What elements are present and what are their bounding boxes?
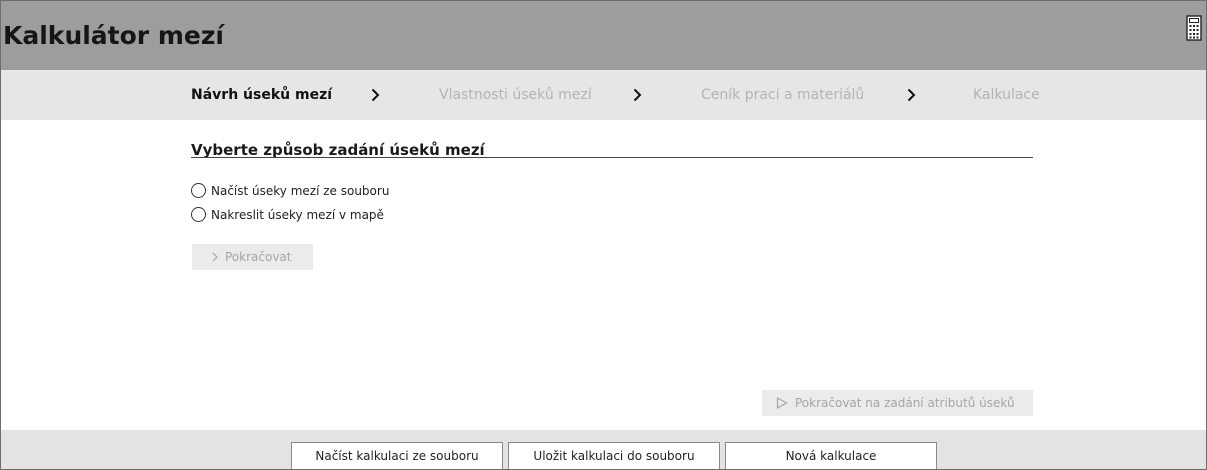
continue-label: Pokračovat <box>225 250 292 264</box>
chevron-right-icon <box>633 87 642 106</box>
new-calculation-button[interactable]: Nová kalkulace <box>725 442 937 469</box>
radio-load-from-file[interactable] <box>191 183 206 198</box>
continue-to-attributes-label: Pokračovat na zadání atributů úseků <box>795 396 1015 410</box>
app-window: Kalkulátor mezí Návrh úseků mezí Vlastno… <box>0 0 1207 470</box>
step-vlastnosti-useku[interactable]: Vlastnosti úseků mezí <box>439 87 592 103</box>
option-label: Nakreslit úseky mezí v mapě <box>211 207 384 222</box>
load-calculation-button[interactable]: Načíst kalkulaci ze souboru <box>291 442 503 469</box>
wizard-steps: Návrh úseků mezí Vlastnosti úseků mezí C… <box>1 70 1206 120</box>
calculator-icon[interactable] <box>1186 15 1202 45</box>
play-triangle-icon <box>776 397 788 409</box>
chevron-right-icon <box>371 87 380 106</box>
chevron-right-icon <box>212 252 218 262</box>
option-label: Načíst úseky mezí ze souboru <box>211 183 390 198</box>
step-cenik[interactable]: Ceník prací a materiálů <box>701 87 864 103</box>
continue-to-attributes-button[interactable]: Pokračovat na zadání atributů úseků <box>762 390 1033 416</box>
chevron-right-icon <box>907 87 916 106</box>
continue-button[interactable]: Pokračovat <box>192 244 313 270</box>
step-navrh-useku[interactable]: Návrh úseků mezí <box>191 87 332 103</box>
option-draw-in-map[interactable]: Nakreslit úseky mezí v mapě <box>191 207 384 222</box>
step-kalkulace[interactable]: Kalkulace <box>973 87 1040 103</box>
app-title: Kalkulátor mezí <box>3 21 224 50</box>
footer-bar: Načíst kalkulaci ze souboru Uložit kalku… <box>1 430 1206 469</box>
section-divider <box>191 157 1033 158</box>
save-calculation-button[interactable]: Uložit kalkulaci do souboru <box>508 442 720 469</box>
title-bar: Kalkulátor mezí <box>1 1 1206 70</box>
radio-draw-in-map[interactable] <box>191 207 206 222</box>
option-load-from-file[interactable]: Načíst úseky mezí ze souboru <box>191 183 389 198</box>
